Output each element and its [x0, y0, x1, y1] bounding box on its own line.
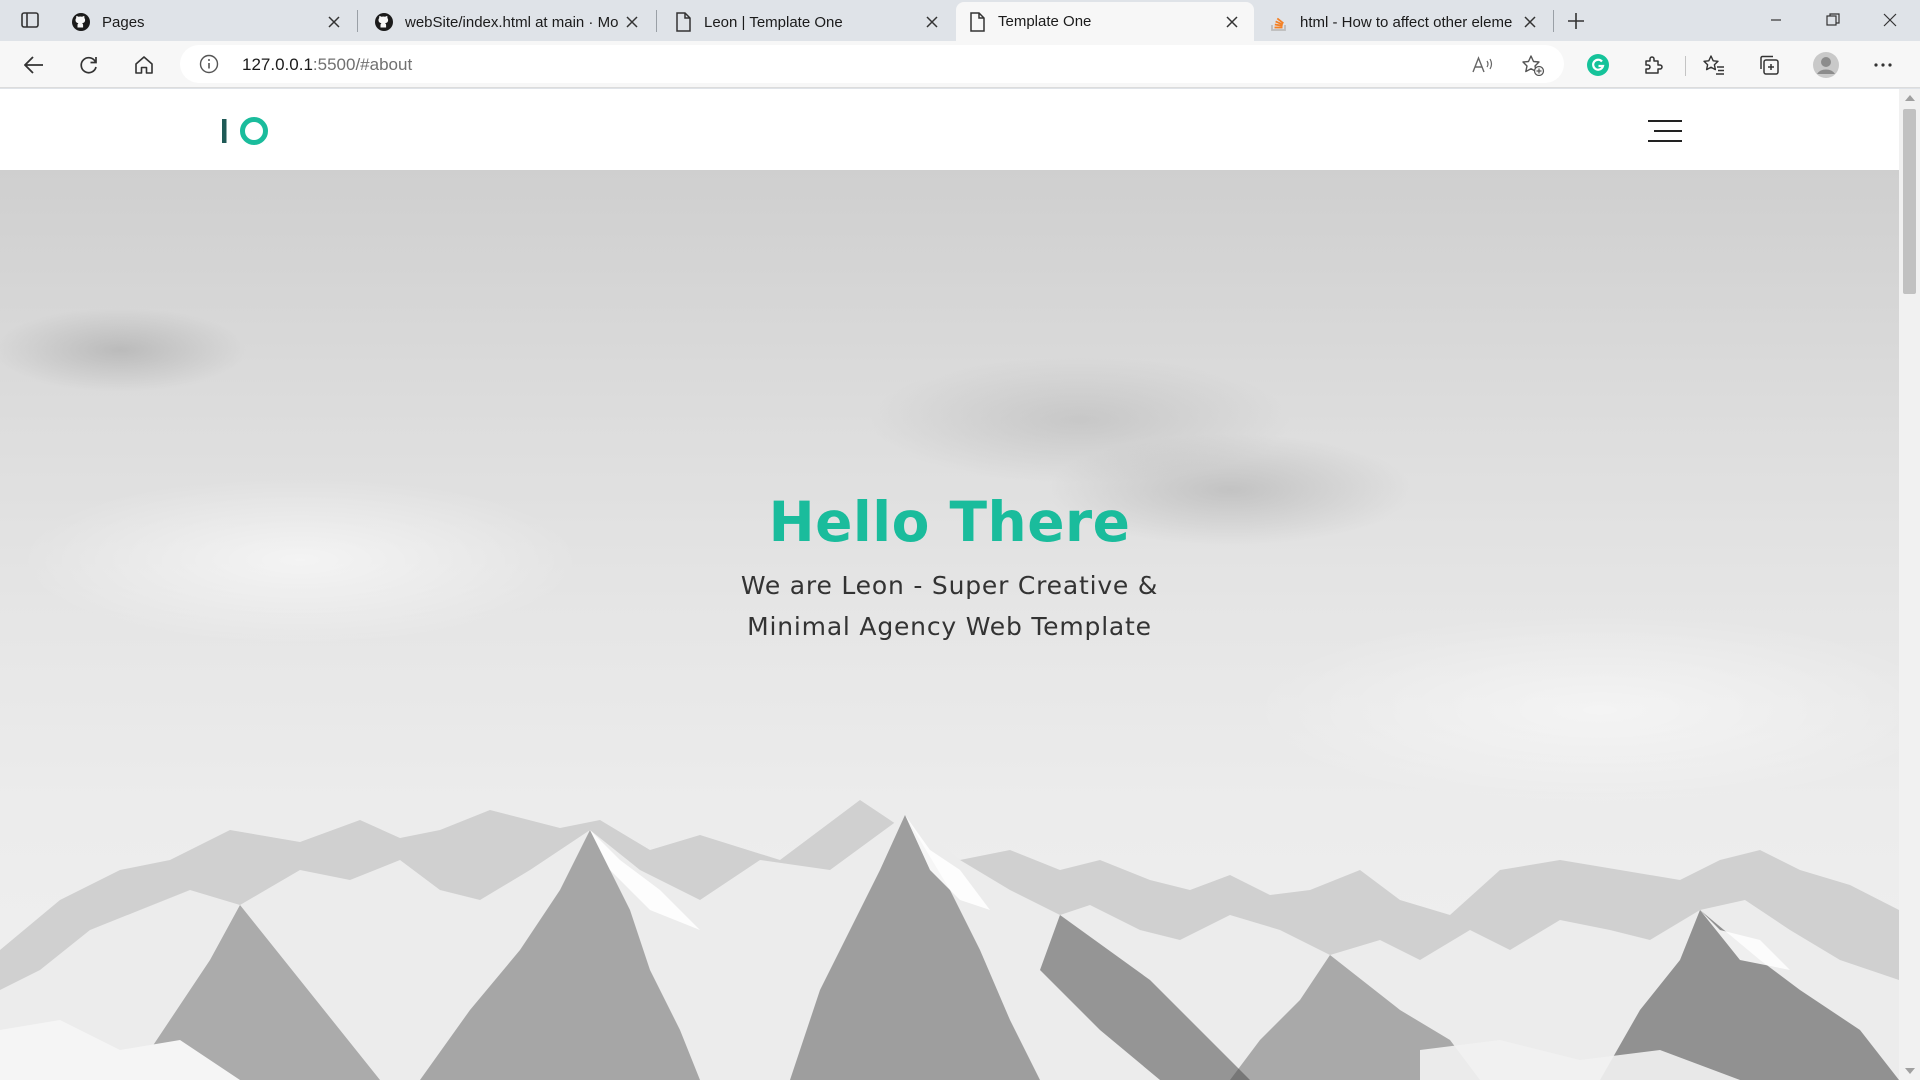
more-icon — [1874, 63, 1892, 67]
site-header — [0, 89, 1899, 170]
page-scrollbar[interactable] — [1899, 89, 1920, 1080]
scroll-down-arrow-icon[interactable] — [1905, 1068, 1915, 1074]
url-path: :5500/#about — [312, 55, 413, 74]
close-icon[interactable] — [1518, 10, 1542, 34]
logo-icon — [222, 117, 268, 145]
arrow-left-icon — [24, 56, 43, 74]
tab-title: Leon | Template One — [704, 13, 843, 31]
restore-button[interactable] — [1805, 0, 1861, 40]
minimize-button[interactable] — [1748, 0, 1804, 40]
tab-title: webSite/index.html at main · Mo — [405, 13, 619, 31]
grammarly-extension-button[interactable] — [1582, 49, 1614, 81]
plus-icon — [1568, 13, 1584, 29]
hero-section: Hello There We are Leon - Super Creative… — [0, 170, 1899, 1080]
close-icon — [1883, 13, 1897, 27]
hamburger-icon — [1648, 120, 1682, 142]
address-bar[interactable]: 127.0.0.1:5500/#about — [180, 45, 1564, 83]
site-info-icon[interactable] — [198, 53, 220, 75]
favorites-button[interactable] — [1698, 49, 1730, 81]
url-text[interactable]: 127.0.0.1:5500/#about — [242, 55, 412, 75]
minimize-icon — [1771, 19, 1781, 21]
back-button[interactable] — [18, 49, 50, 81]
page-viewport: Hello There We are Leon - Super Creative… — [0, 89, 1899, 1080]
scroll-up-arrow-icon[interactable] — [1905, 95, 1915, 101]
toolbar-divider — [1685, 56, 1686, 76]
tab-github-index[interactable]: webSite/index.html at main · Mo — [363, 4, 654, 40]
hero-title-wrap: Hello There — [0, 487, 1899, 557]
settings-menu-button[interactable] — [1867, 49, 1899, 81]
collections-button[interactable] — [1753, 49, 1785, 81]
browser-toolbar: 127.0.0.1:5500/#about — [0, 41, 1920, 88]
close-icon[interactable] — [920, 10, 944, 34]
refresh-button[interactable] — [73, 49, 105, 81]
tab-template-one[interactable]: Template One — [956, 2, 1254, 41]
tab-leon-template[interactable]: Leon | Template One — [662, 4, 954, 40]
tab-stackoverflow[interactable]: html - How to affect other eleme — [1258, 4, 1552, 40]
collections-icon — [1760, 55, 1779, 75]
read-aloud-icon[interactable] — [1470, 52, 1496, 78]
avatar-icon — [1813, 52, 1839, 78]
hero-title: Hello There — [768, 490, 1131, 554]
url-host: 127.0.0.1 — [242, 55, 313, 74]
hero-subtitle-line: Minimal Agency Web Template — [747, 612, 1152, 641]
puzzle-icon — [1645, 56, 1663, 74]
page-icon — [672, 11, 694, 33]
grammarly-icon — [1587, 54, 1609, 76]
tab-actions-button[interactable] — [16, 8, 44, 32]
close-icon[interactable] — [322, 10, 346, 34]
home-icon — [135, 56, 153, 74]
home-button[interactable] — [128, 49, 160, 81]
new-tab-button[interactable] — [1561, 6, 1591, 36]
stackoverflow-icon — [1268, 11, 1290, 33]
profile-button[interactable] — [1810, 49, 1842, 81]
tab-separator — [357, 10, 358, 32]
tab-separator — [1553, 10, 1554, 32]
close-icon[interactable] — [620, 10, 644, 34]
extensions-button[interactable] — [1637, 49, 1669, 81]
hamburger-menu-button[interactable] — [1648, 119, 1682, 145]
tab-separator — [656, 10, 657, 32]
scrollbar-thumb[interactable] — [1903, 109, 1916, 294]
favorites-list-icon — [1703, 55, 1724, 75]
tab-title: html - How to affect other eleme — [1300, 13, 1513, 31]
tab-title: Template One — [998, 13, 1092, 30]
site-logo[interactable] — [221, 116, 269, 146]
add-favorite-icon[interactable] — [1520, 52, 1546, 78]
hero-subtitle: We are Leon - Super Creative & Minimal A… — [650, 565, 1249, 647]
refresh-icon — [80, 56, 97, 74]
github-icon — [373, 11, 395, 33]
close-icon[interactable] — [1220, 10, 1244, 34]
tab-strip: Pages webSite/index.html at main · Mo Le… — [0, 0, 1920, 41]
restore-icon — [1826, 13, 1840, 26]
tab-title: Pages — [102, 13, 145, 31]
github-icon — [70, 11, 92, 33]
tab-actions-icon — [21, 12, 39, 28]
close-window-button[interactable] — [1862, 0, 1918, 40]
hero-subtitle-line: We are Leon - Super Creative & — [740, 571, 1159, 600]
page-icon — [966, 11, 988, 33]
tab-pages[interactable]: Pages — [60, 4, 356, 40]
